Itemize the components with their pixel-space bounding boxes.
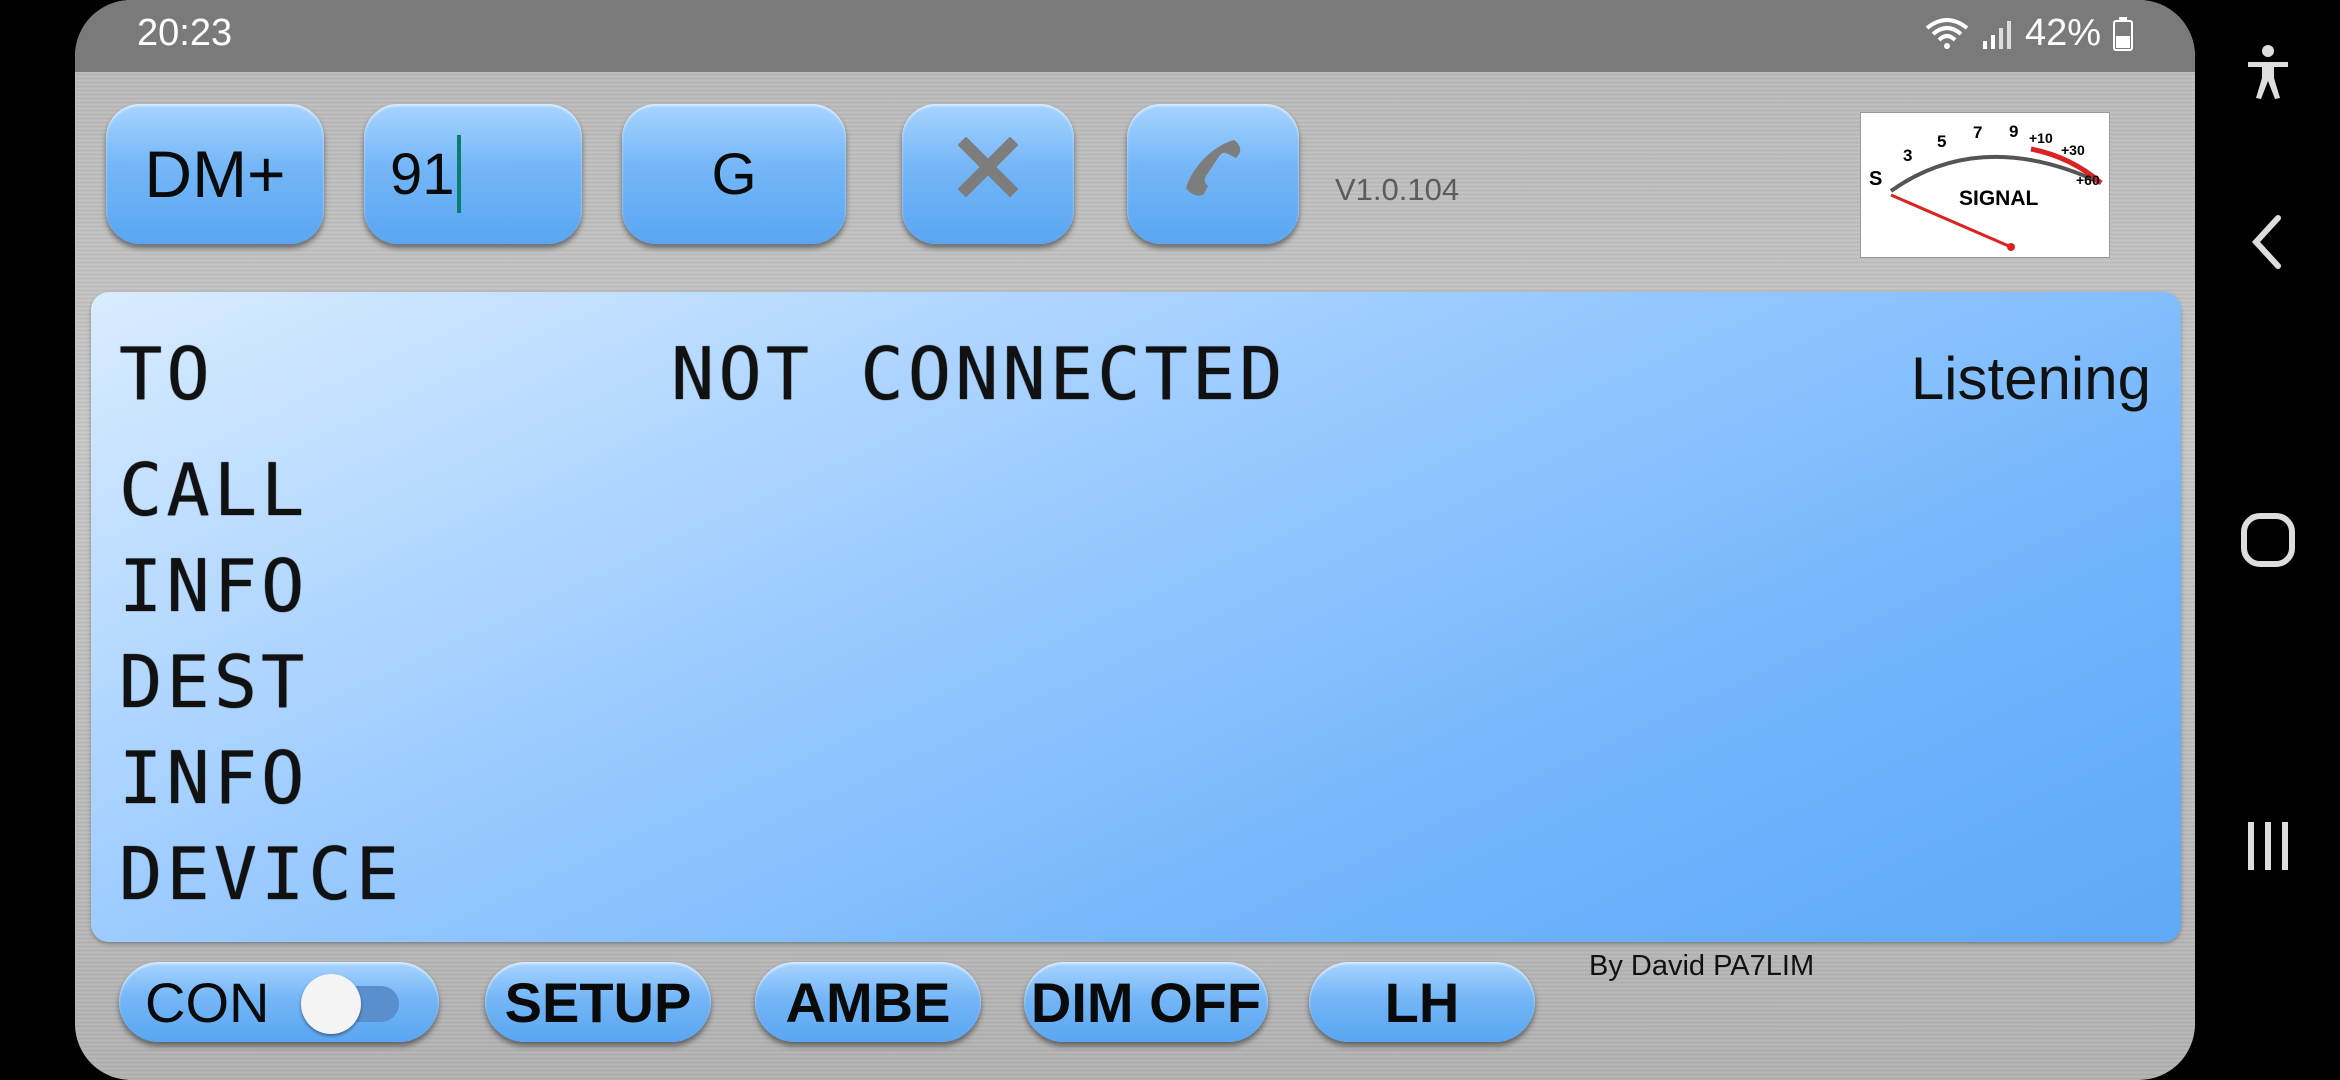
ambe-button[interactable]: AMBE [755,962,981,1042]
meter-scale-60: +60 [2076,172,2100,188]
meter-scale-9: 9 [2009,122,2018,141]
signal-meter: S 3 5 7 9 +10 +30 +60 SIGNAL [1860,112,2110,258]
meter-scale-10: +10 [2029,130,2053,146]
call-button[interactable] [1127,104,1299,244]
ambe-label: AMBE [785,970,951,1034]
to-label: TO [119,332,214,416]
status-icons: 42% [1925,12,2133,55]
g-button[interactable]: G [622,104,846,244]
meter-scale-5: 5 [1937,132,1946,151]
setup-button[interactable]: SETUP [485,962,711,1042]
battery-percent: 42% [2024,12,2101,54]
disconnect-button[interactable] [902,104,1074,244]
call-label: CALL [119,448,309,532]
talkgroup-value: 91 [390,141,455,207]
con-toggle-button[interactable]: CON [119,962,439,1042]
recent-apps-icon[interactable] [2195,818,2340,874]
system-navigation-bar [2195,0,2340,1080]
dim-button[interactable]: DIM OFF [1024,962,1268,1042]
home-icon[interactable] [2195,512,2340,568]
mode-label: DM+ [144,137,286,211]
status-time: 20:23 [137,12,233,54]
talkgroup-input[interactable]: 91 [364,104,582,244]
meter-scale-30: +30 [2061,142,2085,158]
lh-button[interactable]: LH [1309,962,1535,1042]
lh-label: LH [1384,970,1460,1034]
wifi-icon [1925,16,1969,52]
text-cursor [456,135,461,213]
meter-scale-s: S [1869,168,1882,190]
info-label: INFO [119,544,309,628]
listening-status: Listening [1910,345,2151,412]
setup-label: SETUP [504,970,692,1034]
phone-icon [1178,132,1248,217]
mode-button[interactable]: DM+ [106,104,324,244]
signal-icon [1981,19,2013,49]
lcd-display: TO NOT CONNECTED Listening CALL INFO DES… [91,292,2181,942]
author-credit: By David PA7LIM [1589,950,1815,982]
meter-label: SIGNAL [1959,187,2039,210]
con-switch-knob[interactable] [301,974,361,1034]
status-bar: 20:23 42% [75,0,2195,72]
app-screen: 20:23 42% DM+ 91 G V1.0.104 S 3 5 7 9 +1… [75,0,2195,1080]
accessibility-icon[interactable] [2195,44,2340,100]
dest-label: DEST [119,640,309,724]
back-icon[interactable] [2195,214,2340,270]
battery-icon [2113,16,2133,51]
info2-label: INFO [119,736,309,820]
connection-status: NOT CONNECTED [671,332,1287,416]
meter-scale-3: 3 [1903,146,1912,165]
dim-label: DIM OFF [1030,970,1262,1034]
meter-scale-7: 7 [1973,123,1982,142]
g-label: G [711,141,757,207]
device-label: DEVICE [119,832,404,916]
version-label: V1.0.104 [1335,172,1460,207]
close-icon [957,136,1019,212]
con-label: CON [145,970,270,1034]
